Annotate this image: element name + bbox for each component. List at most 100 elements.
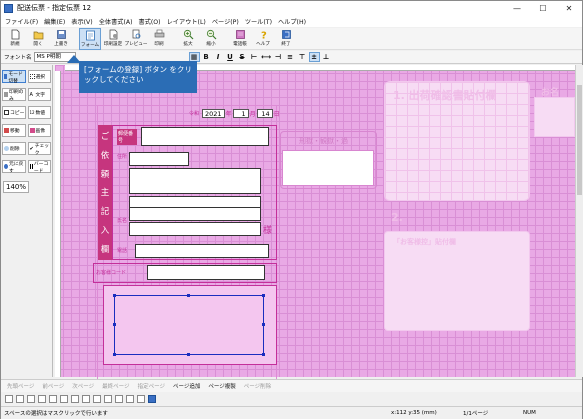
barcode-tool-button[interactable]: バーコード [27, 160, 51, 174]
delete-page-button[interactable]: ページ削除 [244, 382, 271, 390]
help-button[interactable]: ? ヘルプ [252, 28, 274, 50]
align-right-icon[interactable]: ⊣ [273, 52, 284, 62]
resize-handle[interactable] [113, 294, 116, 297]
valign-middle-icon[interactable]: ± [308, 52, 320, 62]
menu-global-format[interactable]: 全体書式(A) [99, 17, 133, 26]
menu-format[interactable]: 書式(O) [139, 17, 161, 26]
maximize-button[interactable]: ☐ [530, 1, 556, 15]
menu-file[interactable]: ファイル(F) [5, 17, 38, 26]
next-page-button[interactable]: 次ページ [72, 382, 94, 390]
copy-button[interactable]: コピー [2, 106, 26, 119]
goto-page-button[interactable]: 指定ページ [138, 382, 165, 390]
instruction-tooltip: [フォームの登録] ボタン をクリックしてください [79, 61, 197, 93]
zoom-in-button[interactable]: 拡大 [177, 28, 199, 50]
layout-icon[interactable] [126, 395, 134, 403]
layout-icon[interactable] [27, 395, 35, 403]
close-button[interactable]: ✕ [556, 1, 582, 15]
save-button[interactable]: 上書き [50, 28, 72, 50]
layout-icon[interactable] [93, 395, 101, 403]
align-justify-icon[interactable]: ≡ [285, 52, 296, 62]
layout-icon[interactable] [82, 395, 90, 403]
selected-field[interactable] [114, 295, 264, 355]
new-button[interactable]: 新規 [4, 28, 26, 50]
print-setup-button[interactable]: 印刷設定 [102, 28, 124, 50]
numlock-indicator: NUM [523, 410, 536, 416]
resize-handle[interactable] [113, 353, 116, 356]
underline-button[interactable]: U [225, 52, 236, 62]
help-icon: ? [261, 31, 267, 41]
zoom-level[interactable]: 140% [3, 181, 29, 193]
layout-icon[interactable] [137, 395, 145, 403]
menu-tools[interactable]: ツール(T) [245, 17, 272, 26]
menu-help[interactable]: ヘルプ(H) [278, 17, 306, 26]
open-folder-icon [33, 31, 43, 40]
date-month-field[interactable]: 1 [232, 109, 249, 118]
address-field-1[interactable] [129, 152, 189, 166]
status-message: スペースの選択はマスクリックで行います [4, 411, 108, 417]
print-only-button[interactable]: 印刷のみ [2, 88, 26, 102]
customer-code-field[interactable] [147, 265, 265, 280]
align-center-icon[interactable]: ⟷ [261, 52, 272, 62]
resize-handle[interactable] [113, 323, 116, 326]
mode-switch-button[interactable]: モード切替 [2, 70, 26, 84]
duplicate-page-button[interactable]: ページ複製 [208, 382, 235, 390]
layout-icon[interactable] [71, 395, 79, 403]
resize-handle[interactable] [262, 294, 265, 297]
layout-icon[interactable] [104, 395, 112, 403]
date-year-field[interactable]: 2021 [202, 109, 225, 118]
valign-top-icon[interactable]: ⊤ [297, 52, 308, 62]
category-field[interactable] [282, 150, 374, 186]
vertical-scrollbar[interactable] [575, 65, 583, 377]
address-field-2[interactable] [129, 168, 261, 194]
first-page-button[interactable]: 先頭ページ [7, 382, 34, 390]
bold-button[interactable]: B [201, 52, 212, 62]
open-button[interactable]: 開く [27, 28, 49, 50]
check-tool-button[interactable]: ✔ チェック [27, 142, 51, 156]
number-tool-button[interactable]: 12 数値 [27, 106, 51, 119]
image-tool-button[interactable]: 画像 [27, 124, 51, 137]
select-tool-button[interactable]: 選択 [27, 70, 51, 83]
preview-button[interactable]: プレビュー [124, 28, 148, 50]
menu-page[interactable]: ページ(P) [212, 17, 239, 26]
valign-bottom-icon[interactable]: ⊥ [321, 52, 332, 62]
date-day-field[interactable]: 14 [256, 109, 273, 118]
preview-label: プレビュー [124, 42, 148, 47]
layout-icon[interactable] [115, 395, 123, 403]
print-button[interactable]: 印刷 [148, 28, 170, 50]
add-page-button[interactable]: ページ追加 [173, 382, 200, 390]
delete-button[interactable]: 削除 [2, 142, 26, 155]
resize-handle[interactable] [187, 353, 190, 356]
form-register-button[interactable]: フォーム [79, 28, 101, 50]
text-tool-button[interactable]: A 文字 [27, 88, 51, 101]
layout-icon[interactable] [38, 395, 46, 403]
name-field-2[interactable] [129, 222, 261, 236]
prev-page-button[interactable]: 前ページ [42, 382, 64, 390]
zoom-out-button[interactable]: 縮小 [200, 28, 222, 50]
move-button[interactable]: 移動 [2, 124, 26, 137]
menu-layout[interactable]: レイアウト(L) [167, 17, 206, 26]
grid-toggle-icon[interactable] [148, 395, 156, 403]
name-field-1[interactable] [129, 207, 261, 221]
layout-icon[interactable] [49, 395, 57, 403]
phone-field[interactable] [135, 244, 269, 258]
align-left-icon[interactable]: ⊢ [249, 52, 260, 62]
italic-button[interactable]: I [213, 52, 224, 62]
layout-icon[interactable] [5, 395, 13, 403]
menu-edit[interactable]: 編集(E) [44, 17, 65, 26]
last-page-button[interactable]: 最終ページ [102, 382, 129, 390]
layout-icon[interactable] [16, 395, 24, 403]
postal-field[interactable] [141, 127, 269, 146]
resize-handle[interactable] [262, 353, 265, 356]
resize-handle[interactable] [187, 294, 190, 297]
scroll-thumb[interactable] [577, 85, 582, 195]
menu-view[interactable]: 表示(V) [71, 17, 92, 26]
layout-icon[interactable] [60, 395, 68, 403]
phonebook-button[interactable]: 電話帳 [229, 28, 251, 50]
strike-button[interactable]: S [237, 52, 248, 62]
undo-button[interactable]: 元に戻す [2, 160, 26, 174]
minimize-button[interactable]: — [504, 1, 530, 15]
title-bar: 配送伝票 - 指定伝票 12 — ☐ ✕ [1, 1, 582, 15]
exit-button[interactable]: 終了 [275, 28, 297, 50]
sama-label: 様 [263, 226, 273, 236]
resize-handle[interactable] [262, 323, 265, 326]
